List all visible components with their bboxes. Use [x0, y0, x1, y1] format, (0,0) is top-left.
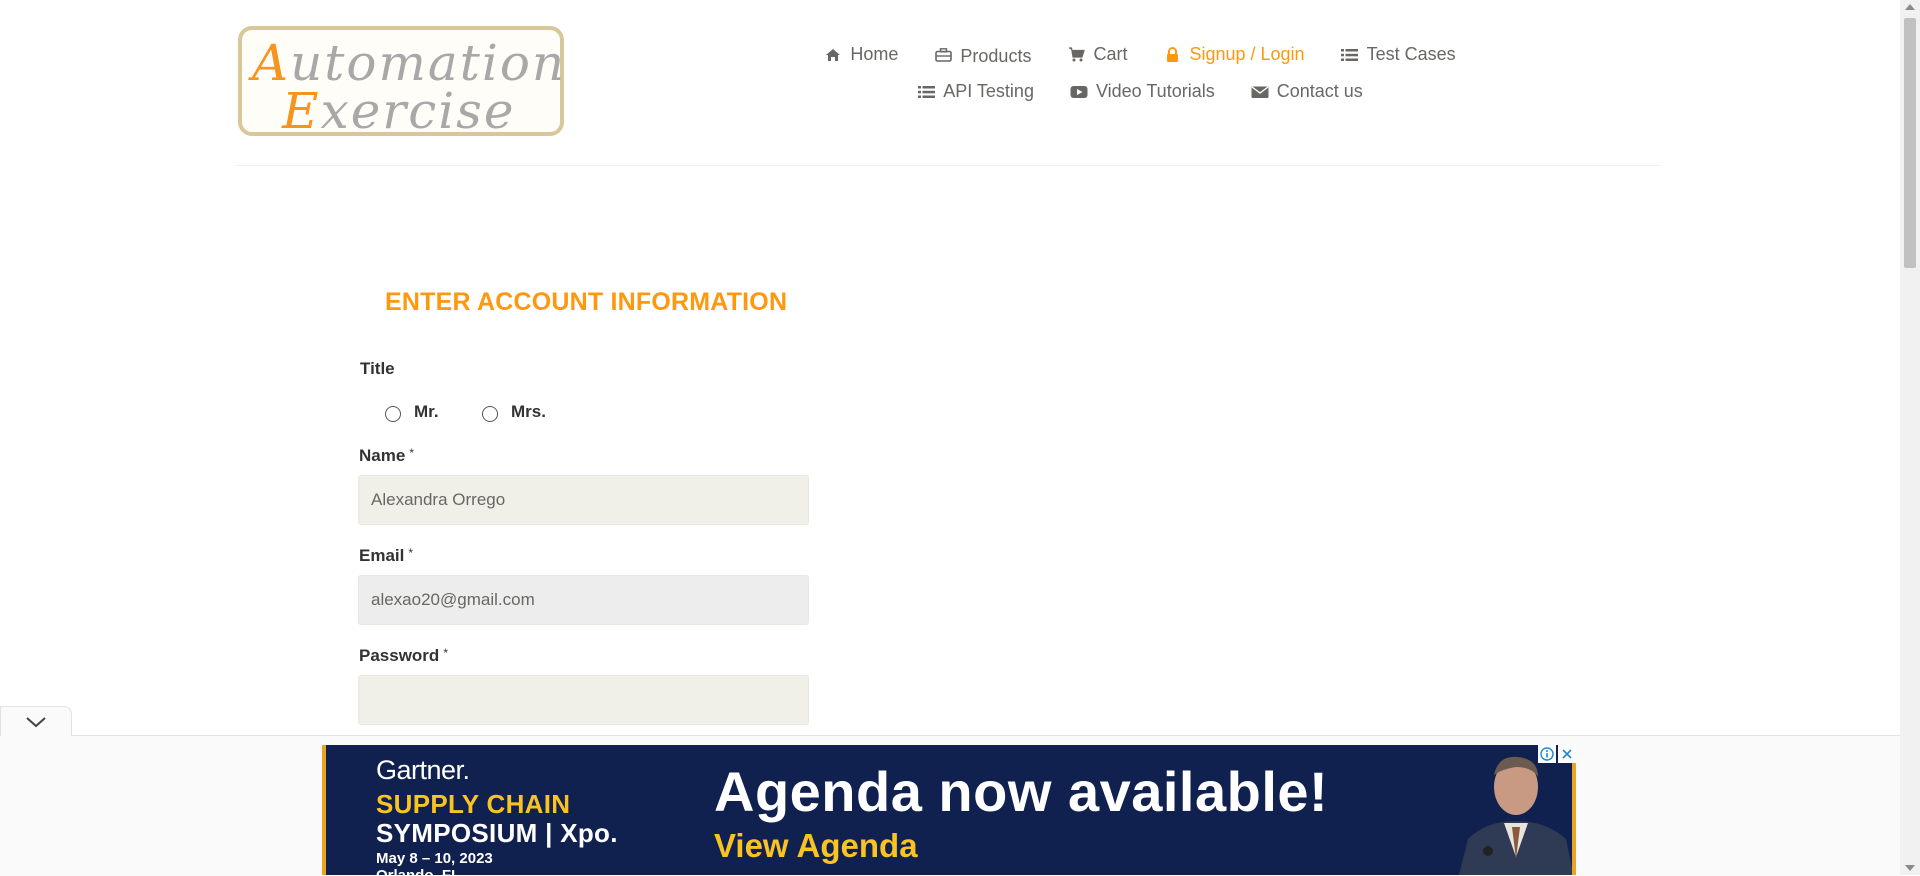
- nav-label: Products: [960, 46, 1032, 66]
- home-icon: [824, 46, 842, 64]
- password-label: Password *: [359, 646, 448, 666]
- site-logo[interactable]: Automation Exercise: [238, 26, 564, 140]
- envelope-icon: [1251, 83, 1269, 101]
- main-nav: Home Products Cart Signup / Login Test C…: [745, 36, 1535, 110]
- ad-event-line-2: SYMPOSIUM | Xpo.: [376, 818, 618, 848]
- password-label-text: Password: [359, 646, 440, 665]
- title-mrs-radio[interactable]: [482, 406, 498, 422]
- title-mr-radio[interactable]: [385, 406, 401, 422]
- logo-line-2: Exercise: [282, 82, 516, 140]
- nav-item-signup-login[interactable]: Signup / Login: [1163, 36, 1305, 73]
- ad-dates: May 8 – 10, 2023: [376, 850, 493, 867]
- required-mark: *: [408, 546, 414, 560]
- info-icon[interactable]: [1538, 745, 1556, 763]
- email-label: Email *: [359, 546, 413, 566]
- ad-brand: Gartner.: [376, 755, 470, 785]
- nav-label: Home: [850, 44, 899, 64]
- nav-item-test-cases[interactable]: Test Cases: [1341, 36, 1456, 73]
- nav-label: API Testing: [943, 81, 1034, 101]
- nav-item-home[interactable]: Home: [824, 36, 898, 73]
- nav-label: Video Tutorials: [1095, 81, 1215, 101]
- nav-item-video-tutorials[interactable]: Video Tutorials: [1070, 73, 1215, 110]
- page-scrollbar[interactable]: [1900, 0, 1920, 875]
- title-mr-label[interactable]: Mr.: [414, 402, 439, 422]
- page-title: ENTER ACCOUNT INFORMATION: [385, 288, 788, 316]
- chevron-down-icon: [26, 717, 46, 728]
- youtube-icon: [1070, 83, 1088, 101]
- name-input[interactable]: Alexandra Orrego: [358, 475, 809, 525]
- name-label: Name *: [359, 446, 414, 466]
- title-label: Title: [360, 359, 395, 378]
- header-divider: [236, 165, 1660, 166]
- email-input[interactable]: alexao20@gmail.com: [358, 575, 809, 625]
- ad-banner[interactable]: Gartner. SUPPLY CHAIN SYMPOSIUM | Xpo. M…: [322, 745, 1576, 875]
- password-input[interactable]: [358, 675, 809, 725]
- scroll-up-arrow-icon[interactable]: [1905, 4, 1915, 10]
- nav-item-contact-us[interactable]: Contact us: [1251, 73, 1363, 110]
- nav-label: Cart: [1093, 44, 1128, 64]
- ad-event-line-1: SUPPLY CHAIN: [376, 789, 571, 819]
- title-mrs-label[interactable]: Mrs.: [511, 402, 546, 422]
- email-label-text: Email: [359, 546, 405, 565]
- nav-label: Contact us: [1276, 81, 1363, 101]
- nav-label: Signup / Login: [1189, 44, 1305, 64]
- lock-icon: [1163, 46, 1181, 64]
- ad-cta[interactable]: View Agenda: [714, 827, 918, 865]
- nav-label: Test Cases: [1366, 44, 1456, 64]
- ad-location: Orlando, FL: [376, 867, 460, 875]
- scroll-down-arrow-icon[interactable]: [1905, 865, 1915, 871]
- list-icon: [917, 83, 935, 101]
- nav-item-api-testing[interactable]: API Testing: [917, 73, 1034, 110]
- nav-item-products[interactable]: Products: [934, 36, 1031, 73]
- name-label-text: Name: [359, 446, 406, 465]
- ad-headline: Agenda now available!: [714, 760, 1329, 823]
- close-icon[interactable]: [1558, 745, 1576, 763]
- nav-item-cart[interactable]: Cart: [1067, 36, 1127, 73]
- products-icon: [934, 46, 952, 64]
- ad-speaker-image: [1459, 756, 1572, 875]
- ad-collapse-button[interactable]: [0, 706, 72, 736]
- cart-icon: [1067, 46, 1085, 64]
- required-mark: *: [409, 446, 414, 460]
- scrollbar-thumb[interactable]: [1904, 18, 1916, 268]
- required-mark: *: [443, 646, 448, 660]
- list-icon: [1341, 46, 1359, 64]
